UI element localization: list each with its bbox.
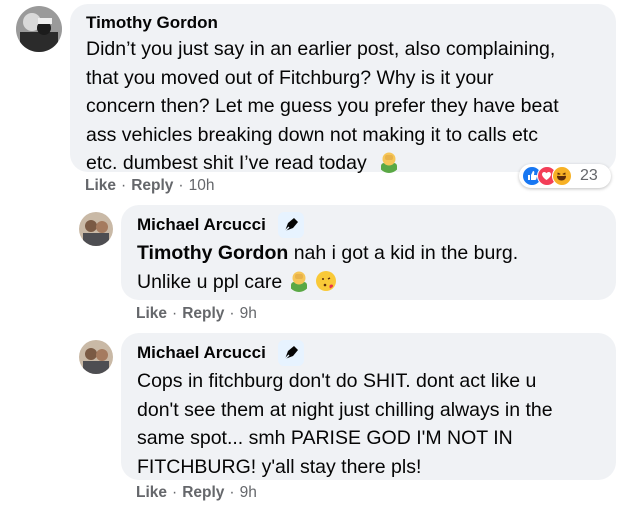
comment-actions: Like · Reply · 9h <box>136 305 257 322</box>
comment-timestamp[interactable]: 9h <box>240 305 257 322</box>
comment-text: Didn’t you just say in an earlier post, … <box>86 38 559 174</box>
comment-actions: Like · Reply · 10h <box>85 177 215 194</box>
reaction-summary[interactable]: 23 <box>519 164 611 188</box>
comment-author[interactable]: Michael Arcucci <box>137 343 266 363</box>
man-facepalming-emoji <box>381 152 398 173</box>
comment-author[interactable]: Timothy Gordon <box>86 13 218 33</box>
face-blowing-kiss-emoji <box>316 270 337 291</box>
like-button[interactable]: Like <box>85 177 116 194</box>
reaction-count: 23 <box>580 167 598 184</box>
mention-link[interactable]: Timothy Gordon <box>137 242 288 264</box>
reply-button[interactable]: Reply <box>182 484 224 501</box>
comment-actions: Like · Reply · 9h <box>136 484 257 501</box>
avatar[interactable] <box>79 212 113 246</box>
avatar-image <box>79 340 113 374</box>
avatar[interactable] <box>79 340 113 374</box>
pen-icon <box>278 340 304 366</box>
avatar[interactable] <box>16 6 62 52</box>
comment-timestamp[interactable]: 10h <box>189 177 215 194</box>
like-button[interactable]: Like <box>136 305 167 322</box>
comment-timestamp[interactable]: 9h <box>240 484 257 501</box>
reply-button[interactable]: Reply <box>131 177 173 194</box>
reply-button[interactable]: Reply <box>182 305 224 322</box>
haha-reaction-icon <box>552 166 572 186</box>
like-button[interactable]: Like <box>136 484 167 501</box>
comment-author[interactable]: Michael Arcucci <box>137 215 266 235</box>
avatar-image <box>16 6 62 52</box>
comment-text: Cops in fitchburg don't do SHIT. dont ac… <box>137 370 553 478</box>
pen-icon <box>278 212 304 238</box>
comment-text: Timothy Gordon nah i got a kid in the bu… <box>137 242 519 293</box>
man-facepalming-emoji <box>290 271 307 292</box>
avatar-image <box>79 212 113 246</box>
